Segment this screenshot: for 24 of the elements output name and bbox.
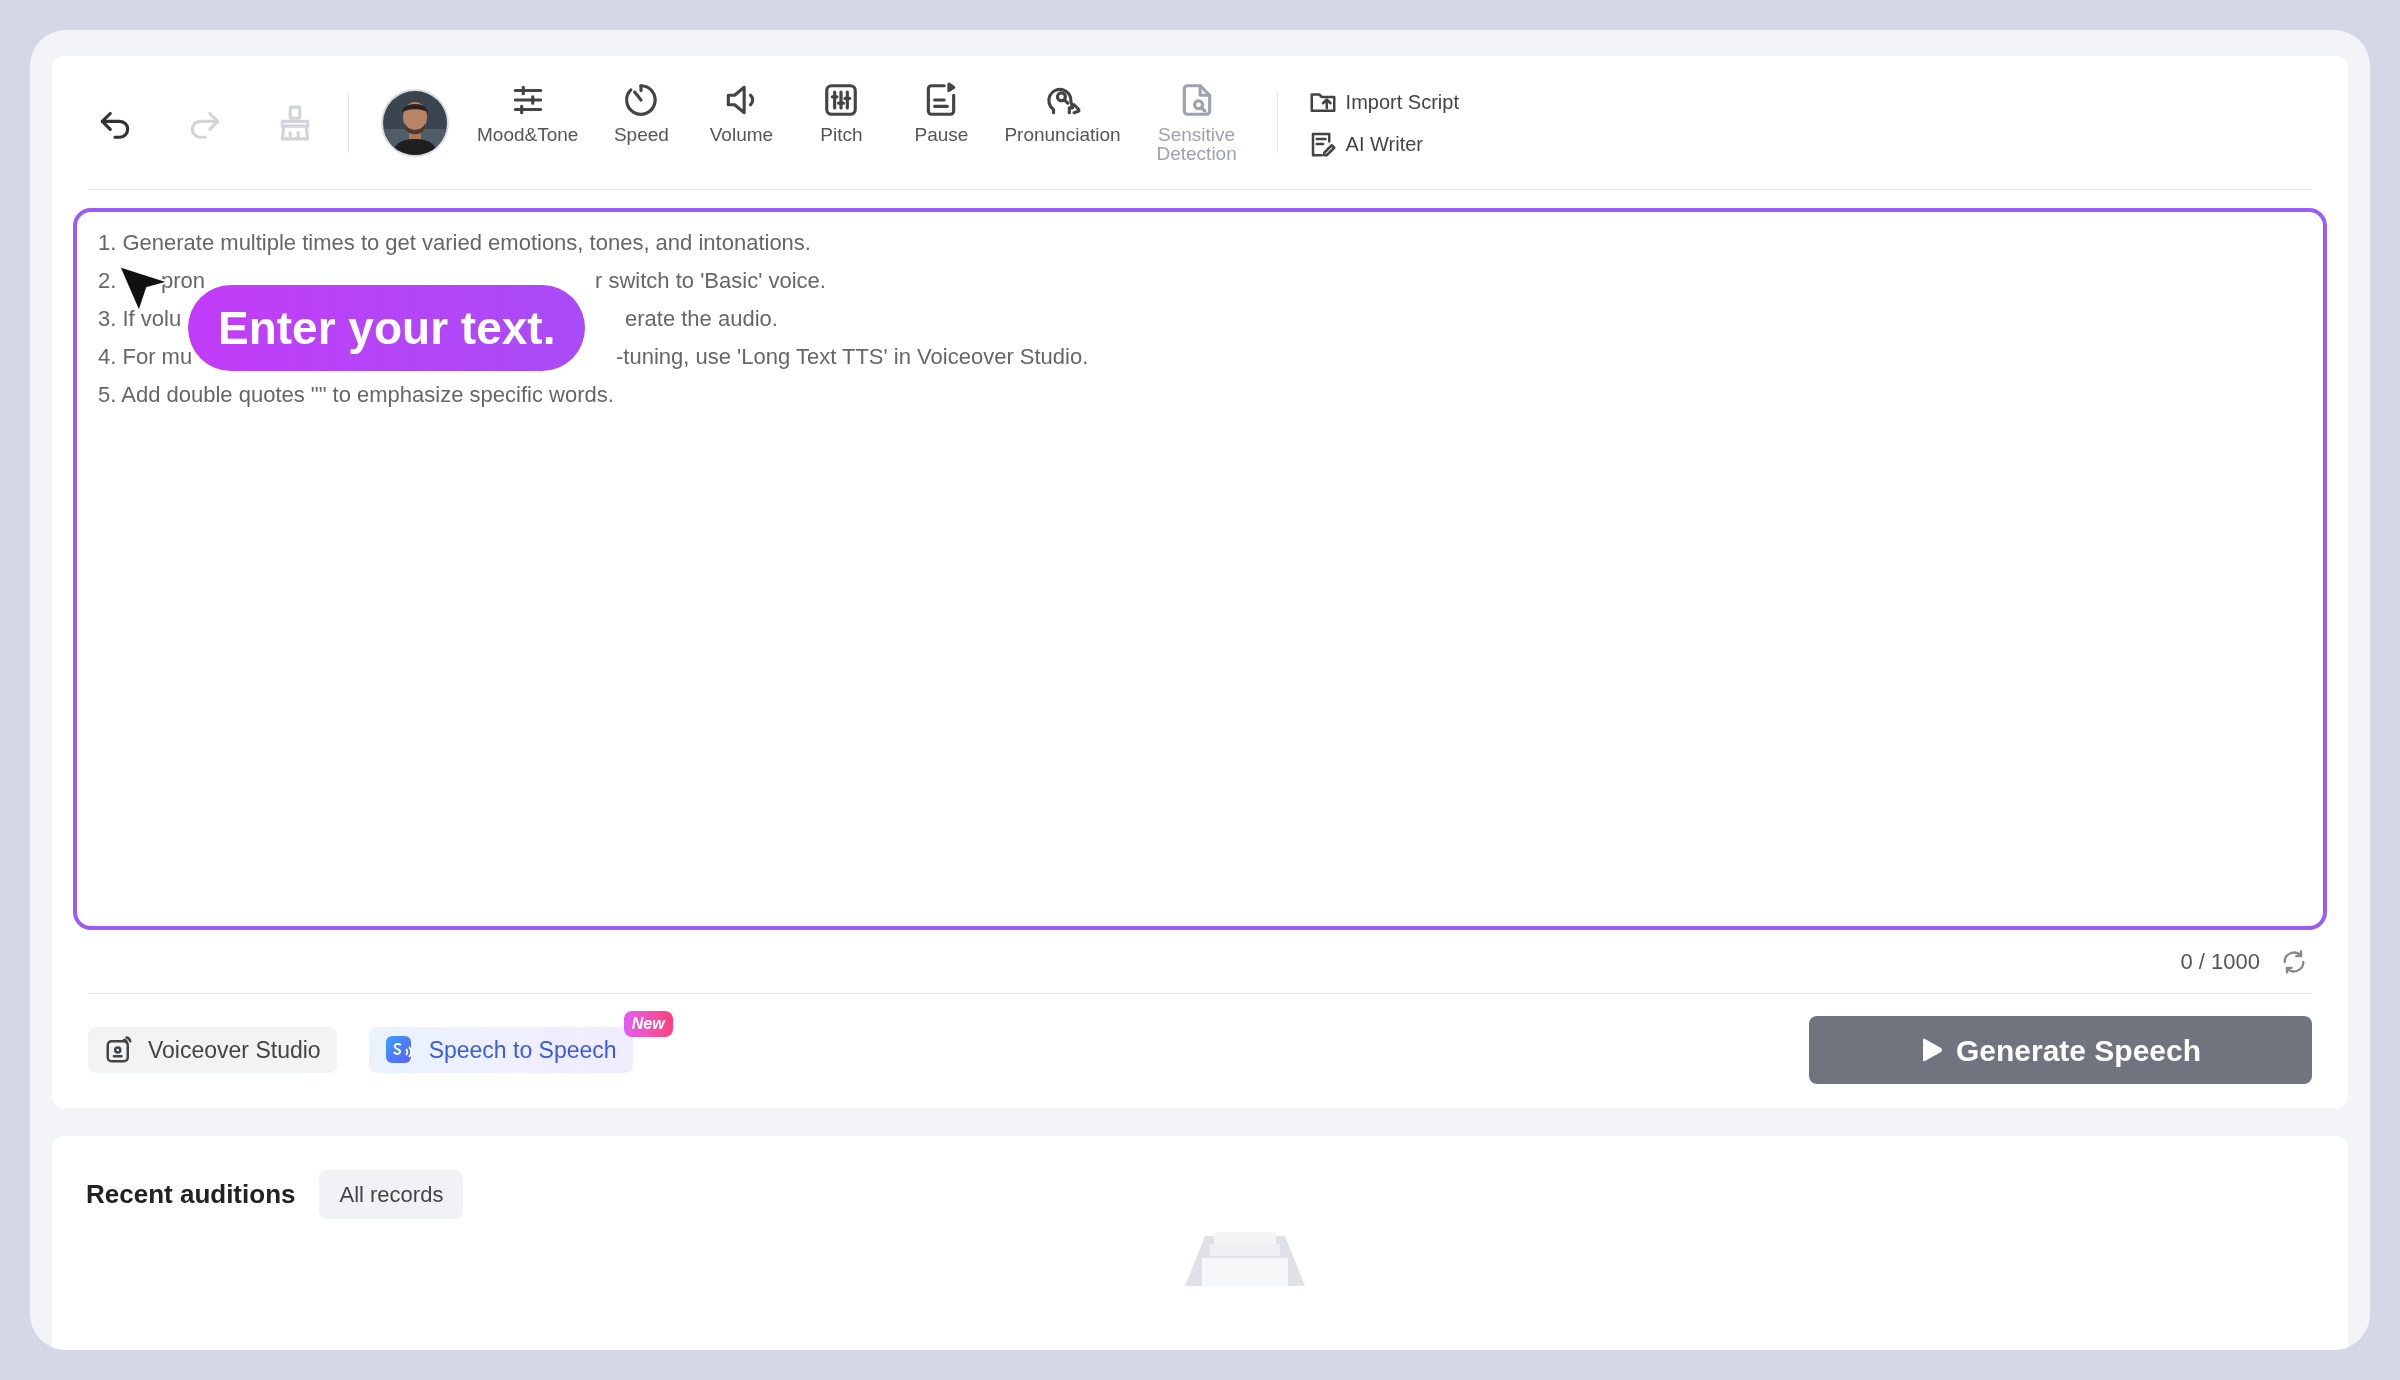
toolbar-link[interactable]: Import Script bbox=[1307, 86, 1459, 117]
speech-wave-icon bbox=[384, 1035, 415, 1065]
tool-button[interactable]: Pitch bbox=[804, 80, 879, 144]
character-counter: 0 / 1000 bbox=[2180, 948, 2260, 976]
placeholder-text: erate the audio. bbox=[625, 305, 778, 333]
text-input-field[interactable] bbox=[73, 208, 2327, 930]
placeholder-text: 5. Add double quotes "" to emphasize specific words. bbox=[98, 382, 614, 407]
placeholder-text: 3. If volu bbox=[98, 306, 182, 331]
mode-button[interactable]: Speech to Speech bbox=[368, 1027, 633, 1073]
tool-button[interactable]: Speed bbox=[604, 80, 679, 144]
tool-button[interactable]: Pause bbox=[904, 80, 979, 144]
placeholder-text: 1. Generate multiple times to get varied emotions, tones, and intonations. bbox=[98, 230, 811, 255]
mode-button[interactable]: Voiceover Studio bbox=[88, 1027, 337, 1073]
all-records-tab[interactable]: All records bbox=[319, 1170, 464, 1219]
placeholder-text: 2. bbox=[98, 268, 117, 293]
microphone-card-icon bbox=[104, 1035, 134, 1065]
tool-button[interactable]: Pronunciation bbox=[1004, 80, 1121, 144]
section-title: Recent auditions bbox=[86, 1178, 296, 1211]
placeholder-text: r switch to 'Basic' voice. bbox=[595, 267, 826, 295]
toolbar-link[interactable]: AI Writer bbox=[1307, 128, 1459, 159]
tool-button[interactable]: Volume bbox=[704, 80, 779, 144]
placeholder-text: -tuning, use 'Long Text TTS' in Voiceover Studio. bbox=[616, 343, 1089, 371]
new-badge: New bbox=[623, 1011, 673, 1037]
tool-button[interactable]: Mood&Tone bbox=[477, 80, 579, 144]
